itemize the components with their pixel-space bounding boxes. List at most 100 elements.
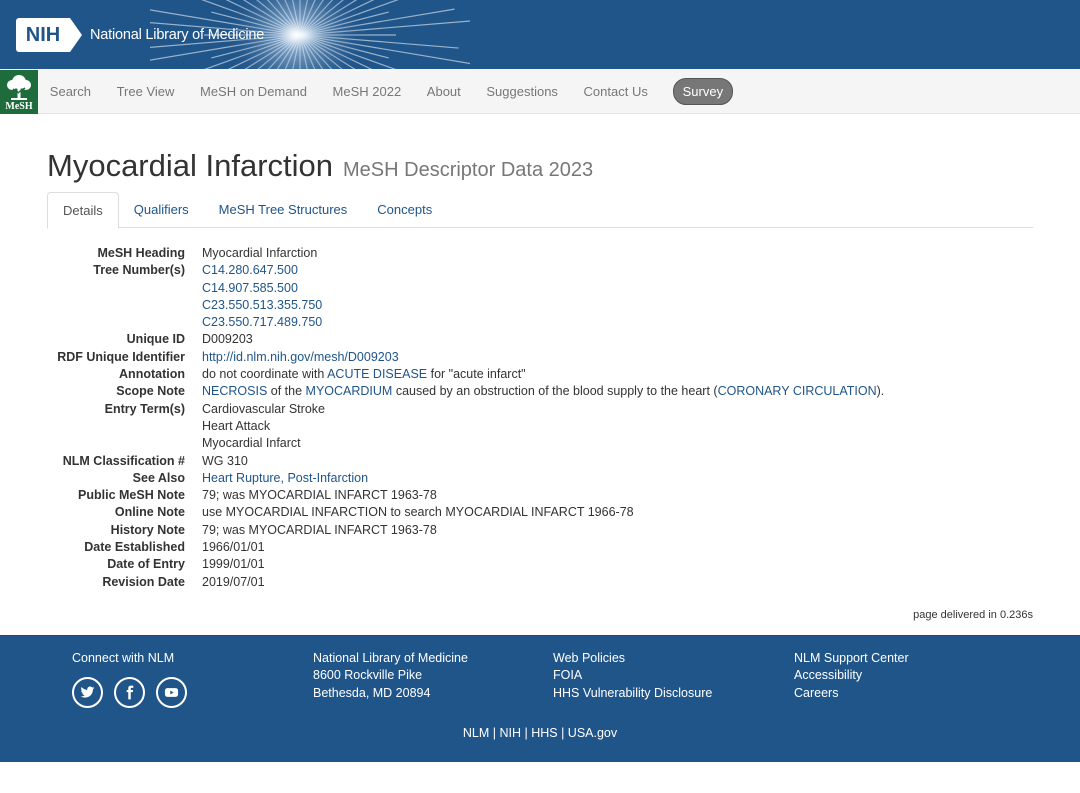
- label-history-note: History Note: [110, 522, 185, 537]
- label-entry-terms: Entry Term(s): [104, 401, 185, 416]
- tree-number-link[interactable]: C23.550.513.355.750: [202, 297, 322, 314]
- nih-link[interactable]: NIH: [499, 726, 521, 740]
- footer-address: National Library of Medicine 8600 Rockvi…: [313, 650, 468, 702]
- value-public-note: 79; was MYOCARDIAL INFARCT 1963-78: [202, 488, 437, 503]
- nav-contact-us[interactable]: Contact Us: [571, 84, 661, 99]
- scope-text: ).: [876, 384, 885, 399]
- scope-text: of the: [267, 384, 306, 399]
- tab-mesh-tree-structures[interactable]: MeSH Tree Structures: [204, 192, 363, 228]
- nlm-link[interactable]: NLM: [463, 726, 489, 740]
- footer-bottom-links: NLM | NIH | HHS | USA.gov: [0, 726, 1080, 740]
- row-rdf-identifier: RDF Unique Identifier http://id.nlm.nih.…: [47, 349, 884, 366]
- survey-button[interactable]: Survey: [672, 78, 734, 105]
- mesh-logo-text: MeSH: [5, 101, 33, 112]
- label-annotation: Annotation: [119, 367, 185, 382]
- row-public-note: Public MeSH Note 79; was MYOCARDIAL INFA…: [47, 487, 884, 504]
- accessibility-link[interactable]: Accessibility: [794, 667, 909, 684]
- label-mesh-heading: MeSH Heading: [97, 246, 185, 260]
- tree-number-link[interactable]: C23.550.717.489.750: [202, 314, 322, 331]
- usa-gov-link[interactable]: USA.gov: [568, 726, 617, 740]
- facebook-icon[interactable]: [114, 677, 145, 709]
- nav-mesh-on-demand[interactable]: MeSH on Demand: [187, 84, 320, 99]
- value-revision-date: 2019/07/01: [202, 574, 265, 589]
- label-revision-date: Revision Date: [102, 574, 185, 589]
- entry-term: Myocardial Infarct: [202, 436, 301, 451]
- myocardium-link[interactable]: MYOCARDIUM: [306, 384, 393, 398]
- careers-link[interactable]: Careers: [794, 685, 909, 702]
- value-scope-note: NECROSIS of the MYOCARDIUM caused by an …: [202, 383, 884, 400]
- row-history-note: History Note 79; was MYOCARDIAL INFARCT …: [47, 522, 884, 539]
- value-date-of-entry: 1999/01/01: [202, 557, 265, 572]
- nav-search[interactable]: Search: [37, 84, 104, 99]
- row-see-also: See Also Heart Rupture, Post-Infarction: [47, 470, 884, 487]
- tab-qualifiers[interactable]: Qualifiers: [119, 192, 204, 228]
- nlm-name: National Library of Medicine: [90, 27, 265, 43]
- nav-suggestions[interactable]: Suggestions: [474, 84, 571, 99]
- row-annotation: Annotation do not coordinate with ACUTE …: [47, 366, 884, 383]
- link-separator: |: [489, 726, 500, 740]
- social-links: [72, 677, 198, 709]
- page-delivered-time: page delivered in 0.236s: [913, 609, 1033, 621]
- row-scope-note: Scope Note NECROSIS of the MYOCARDIUM ca…: [47, 383, 884, 400]
- value-history-note: 79; was MYOCARDIAL INFARCT 1963-78: [202, 522, 437, 537]
- details-table: MeSH Heading Myocardial Infarction Tree …: [47, 245, 884, 591]
- footer: Connect with NLM National Library of Med…: [0, 635, 1080, 762]
- address-line: 8600 Rockville Pike: [313, 668, 423, 683]
- address-line: Bethesda, MD 20894: [313, 685, 431, 700]
- link-separator: |: [557, 726, 568, 740]
- coronary-circulation-link[interactable]: CORONARY CIRCULATION: [718, 384, 877, 398]
- rdf-identifier-link[interactable]: http://id.nlm.nih.gov/mesh/D009203: [202, 350, 399, 364]
- label-online-note: Online Note: [114, 505, 185, 520]
- see-also-link[interactable]: Heart Rupture, Post-Infarction: [202, 471, 368, 485]
- address-line: National Library of Medicine: [313, 651, 468, 665]
- title-row: Myocardial Infarction MeSH Descriptor Da…: [47, 148, 593, 184]
- label-rdf-identifier: RDF Unique Identifier: [57, 349, 185, 364]
- tab-concepts[interactable]: Concepts: [362, 192, 447, 228]
- label-public-note: Public MeSH Note: [78, 488, 185, 503]
- necrosis-link[interactable]: NECROSIS: [202, 384, 267, 398]
- row-date-established: Date Established 1966/01/01: [47, 539, 884, 556]
- twitter-icon[interactable]: [72, 677, 103, 709]
- youtube-icon[interactable]: [156, 677, 187, 709]
- value-online-note: use MYOCARDIAL INFARCTION to search MYOC…: [202, 505, 634, 520]
- nih-logo[interactable]: NIH National Library of Medicine: [16, 18, 264, 52]
- nav-tree-view[interactable]: Tree View: [104, 84, 187, 99]
- row-nlm-classification: NLM Classification # WG 310: [47, 453, 884, 470]
- hhs-vulnerability-link[interactable]: HHS Vulnerability Disclosure: [553, 685, 712, 702]
- page-subtitle: MeSH Descriptor Data 2023: [343, 159, 594, 181]
- tree-number-link[interactable]: C14.280.647.500: [202, 262, 322, 279]
- navbar: MeSH Search Tree View MeSH on Demand MeS…: [0, 69, 1080, 114]
- row-tree-numbers: Tree Number(s) C14.280.647.500 C14.907.5…: [47, 262, 884, 331]
- connect-heading: Connect with NLM: [72, 651, 175, 665]
- tabs: Details Qualifiers MeSH Tree Structures …: [47, 192, 1033, 229]
- row-online-note: Online Note use MYOCARDIAL INFARCTION to…: [47, 504, 884, 521]
- nav-about[interactable]: About: [414, 84, 474, 99]
- label-unique-id: Unique ID: [126, 332, 185, 347]
- nih-badge: NIH: [16, 18, 82, 52]
- row-date-of-entry: Date of Entry 1999/01/01: [47, 556, 884, 573]
- footer-support: NLM Support Center Accessibility Careers: [794, 650, 909, 702]
- row-revision-date: Revision Date 2019/07/01: [47, 574, 884, 591]
- nav-mesh-2022[interactable]: MeSH 2022: [320, 84, 414, 99]
- footer-policies: Web Policies FOIA HHS Vulnerability Disc…: [553, 650, 712, 702]
- web-policies-link[interactable]: Web Policies: [553, 650, 712, 667]
- foia-link[interactable]: FOIA: [553, 667, 712, 684]
- acute-disease-link[interactable]: ACUTE DISEASE: [327, 367, 427, 381]
- tree-number-link[interactable]: C14.907.585.500: [202, 280, 322, 297]
- mesh-logo[interactable]: MeSH: [0, 70, 38, 114]
- nih-header: NIH National Library of Medicine: [0, 0, 1080, 69]
- tab-details[interactable]: Details: [47, 192, 119, 229]
- annotation-text: for "acute infarct": [427, 367, 526, 382]
- row-mesh-heading: MeSH Heading Myocardial Infarction: [47, 245, 884, 262]
- label-tree-numbers: Tree Number(s): [93, 263, 185, 278]
- support-center-link[interactable]: NLM Support Center: [794, 650, 909, 667]
- label-see-also: See Also: [132, 470, 185, 485]
- hhs-link[interactable]: HHS: [531, 726, 557, 740]
- tree-icon: [7, 75, 31, 100]
- row-entry-terms: Entry Term(s) Cardiovascular Stroke Hear…: [47, 401, 884, 453]
- link-separator: |: [520, 726, 532, 740]
- value-mesh-heading: Myocardial Infarction: [202, 246, 318, 260]
- label-nlm-classification: NLM Classification #: [62, 453, 185, 468]
- label-date-established: Date Established: [84, 540, 185, 555]
- scope-text: caused by an obstruction of the blood su…: [392, 384, 718, 399]
